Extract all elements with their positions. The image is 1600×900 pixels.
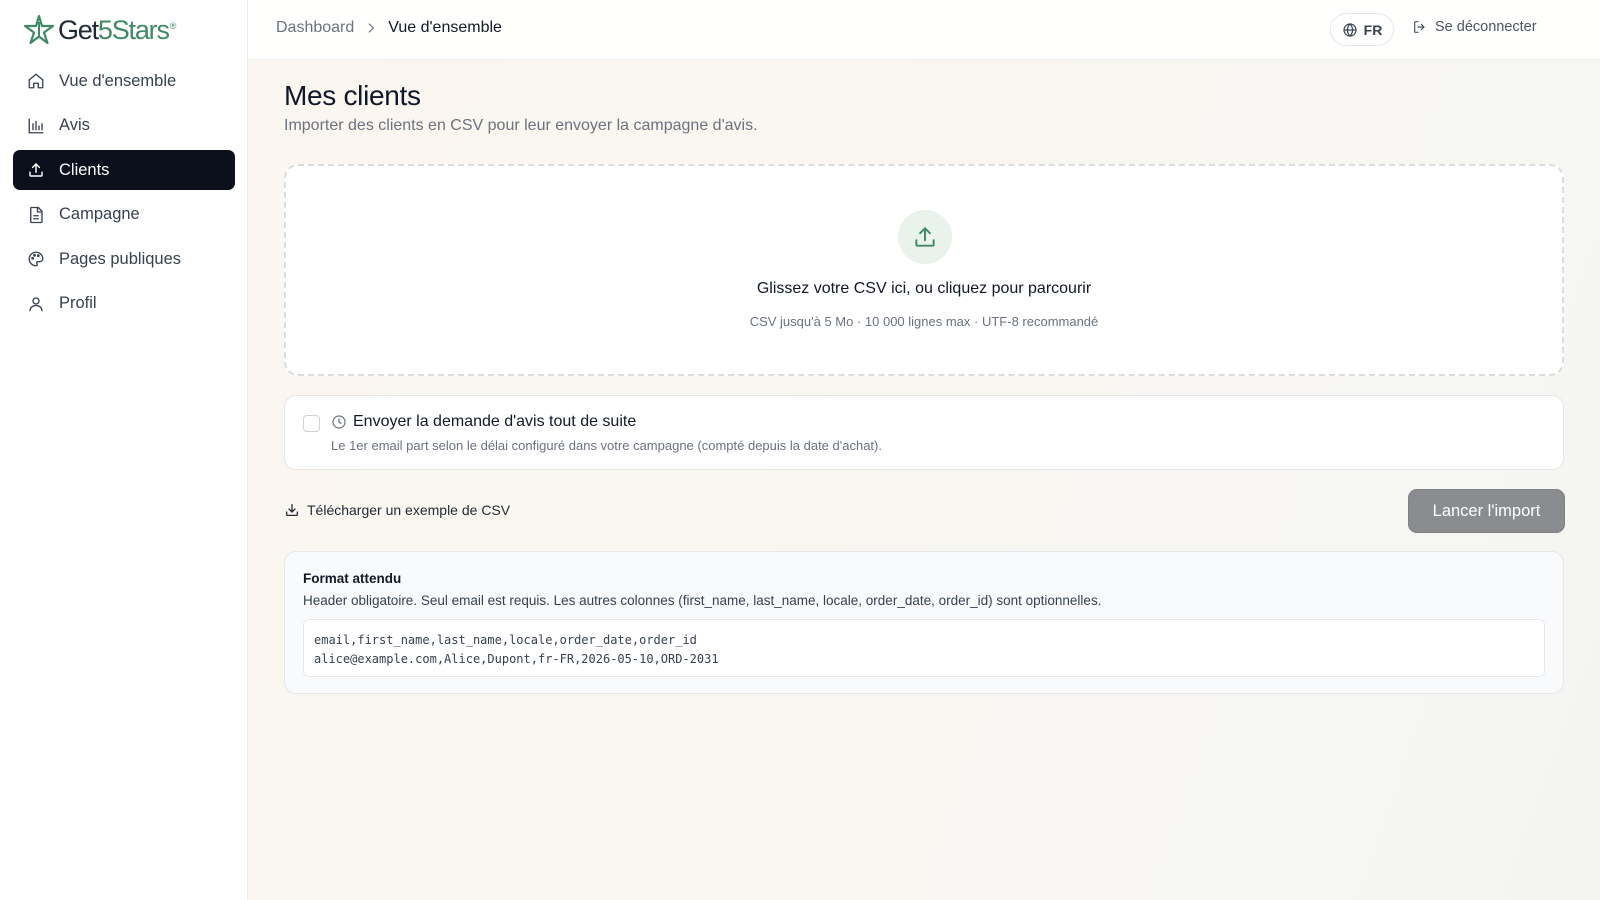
topbar: Dashboard Vue d'ensemble FR Se déconnect… xyxy=(248,0,1600,60)
page-subtitle: Importer des clients en CSV pour leur en… xyxy=(284,117,758,134)
breadcrumb-current: Vue d'ensemble xyxy=(388,19,502,36)
language-switcher[interactable]: FR xyxy=(1330,13,1394,46)
brand-logo[interactable]: Get5Stars® xyxy=(22,12,177,48)
main-content: Dashboard Vue d'ensemble FR Se déconnect… xyxy=(248,0,1600,900)
sidebar-item-pages-publiques[interactable]: Pages publiques xyxy=(13,239,235,279)
sidebar-item-label: Clients xyxy=(59,160,110,179)
upload-icon-circle xyxy=(898,210,952,264)
download-sample-link[interactable]: Télécharger un exemple de CSV xyxy=(284,502,510,518)
sidebar-item-vue-ensemble[interactable]: Vue d'ensemble xyxy=(13,61,235,101)
csv-dropzone[interactable]: Glissez votre CSV ici, ou cliquez pour p… xyxy=(284,164,1564,376)
sidebar-item-profil[interactable]: Profil xyxy=(13,284,235,324)
brand-registered-mark: ® xyxy=(169,20,177,31)
send-now-option: Envoyer la demande d'avis tout de suite … xyxy=(284,395,1564,470)
brand-name-part3: Stars xyxy=(111,14,170,45)
download-icon xyxy=(286,504,298,516)
sidebar-item-label: Pages publiques xyxy=(59,249,182,268)
dropzone-title: Glissez votre CSV ici, ou cliquez pour p… xyxy=(756,280,1092,297)
breadcrumb: Dashboard Vue d'ensemble xyxy=(276,19,502,37)
palette-icon xyxy=(28,251,44,267)
format-title: Format attendu xyxy=(303,571,402,586)
brand-name-part2: 5 xyxy=(97,14,113,45)
send-now-description: Le 1er email part selon le délai configu… xyxy=(331,438,882,453)
sidebar-item-label: Avis xyxy=(59,116,90,134)
logout-icon xyxy=(1414,21,1425,33)
send-now-title: Envoyer la demande d'avis tout de suite xyxy=(353,413,637,430)
launch-import-button[interactable]: Lancer l'import xyxy=(1408,489,1565,533)
upload-icon xyxy=(915,227,935,247)
logout-button[interactable]: Se déconnecter xyxy=(1412,19,1537,35)
sidebar-item-avis[interactable]: Avis xyxy=(13,106,235,146)
bar-chart-icon xyxy=(28,118,44,133)
chevron-right-icon xyxy=(368,23,375,33)
page-title: Mes clients xyxy=(284,80,421,111)
sidebar-nav: Vue d'ensemble Avis Clients Campagne Pag… xyxy=(13,61,235,328)
sidebar-item-clients[interactable]: Clients xyxy=(13,150,235,190)
breadcrumb-dashboard-link[interactable]: Dashboard xyxy=(276,19,354,37)
upload-icon xyxy=(29,163,43,177)
sidebar-item-label: Campagne xyxy=(59,205,140,223)
sidebar-item-campagne[interactable]: Campagne xyxy=(13,195,235,235)
sidebar-item-label: Vue d'ensemble xyxy=(59,71,177,90)
star-logo-icon xyxy=(23,14,55,45)
brand-name: Get5Stars® xyxy=(58,14,177,46)
home-icon xyxy=(28,73,44,89)
format-description: Header obligatoire. Seul email est requi… xyxy=(303,593,1102,608)
user-icon xyxy=(29,296,43,311)
brand-name-part1: Get xyxy=(58,14,99,45)
globe-icon xyxy=(1343,22,1357,37)
download-sample-label: Télécharger un exemple de CSV xyxy=(307,502,511,518)
dropzone-hint: CSV jusqu'à 5 Mo · 10 000 lignes max · U… xyxy=(749,314,1099,329)
code-line: email,first_name,last_name,locale,order_… xyxy=(314,633,697,647)
code-line: alice@example.com,Alice,Dupont,fr-FR,202… xyxy=(314,652,719,666)
logout-label: Se déconnecter xyxy=(1435,19,1537,35)
clock-icon xyxy=(332,415,346,429)
sidebar: Get5Stars® Vue d'ensemble Avis Clients C… xyxy=(0,0,248,900)
format-card: Format attendu Header obligatoire. Seul … xyxy=(284,551,1564,694)
sidebar-item-label: Profil xyxy=(59,294,97,312)
send-now-checkbox[interactable] xyxy=(303,415,320,432)
csv-example-code: email,first_name,last_name,locale,order_… xyxy=(303,619,1545,677)
language-label: FR xyxy=(1363,21,1383,38)
document-icon xyxy=(30,206,43,223)
